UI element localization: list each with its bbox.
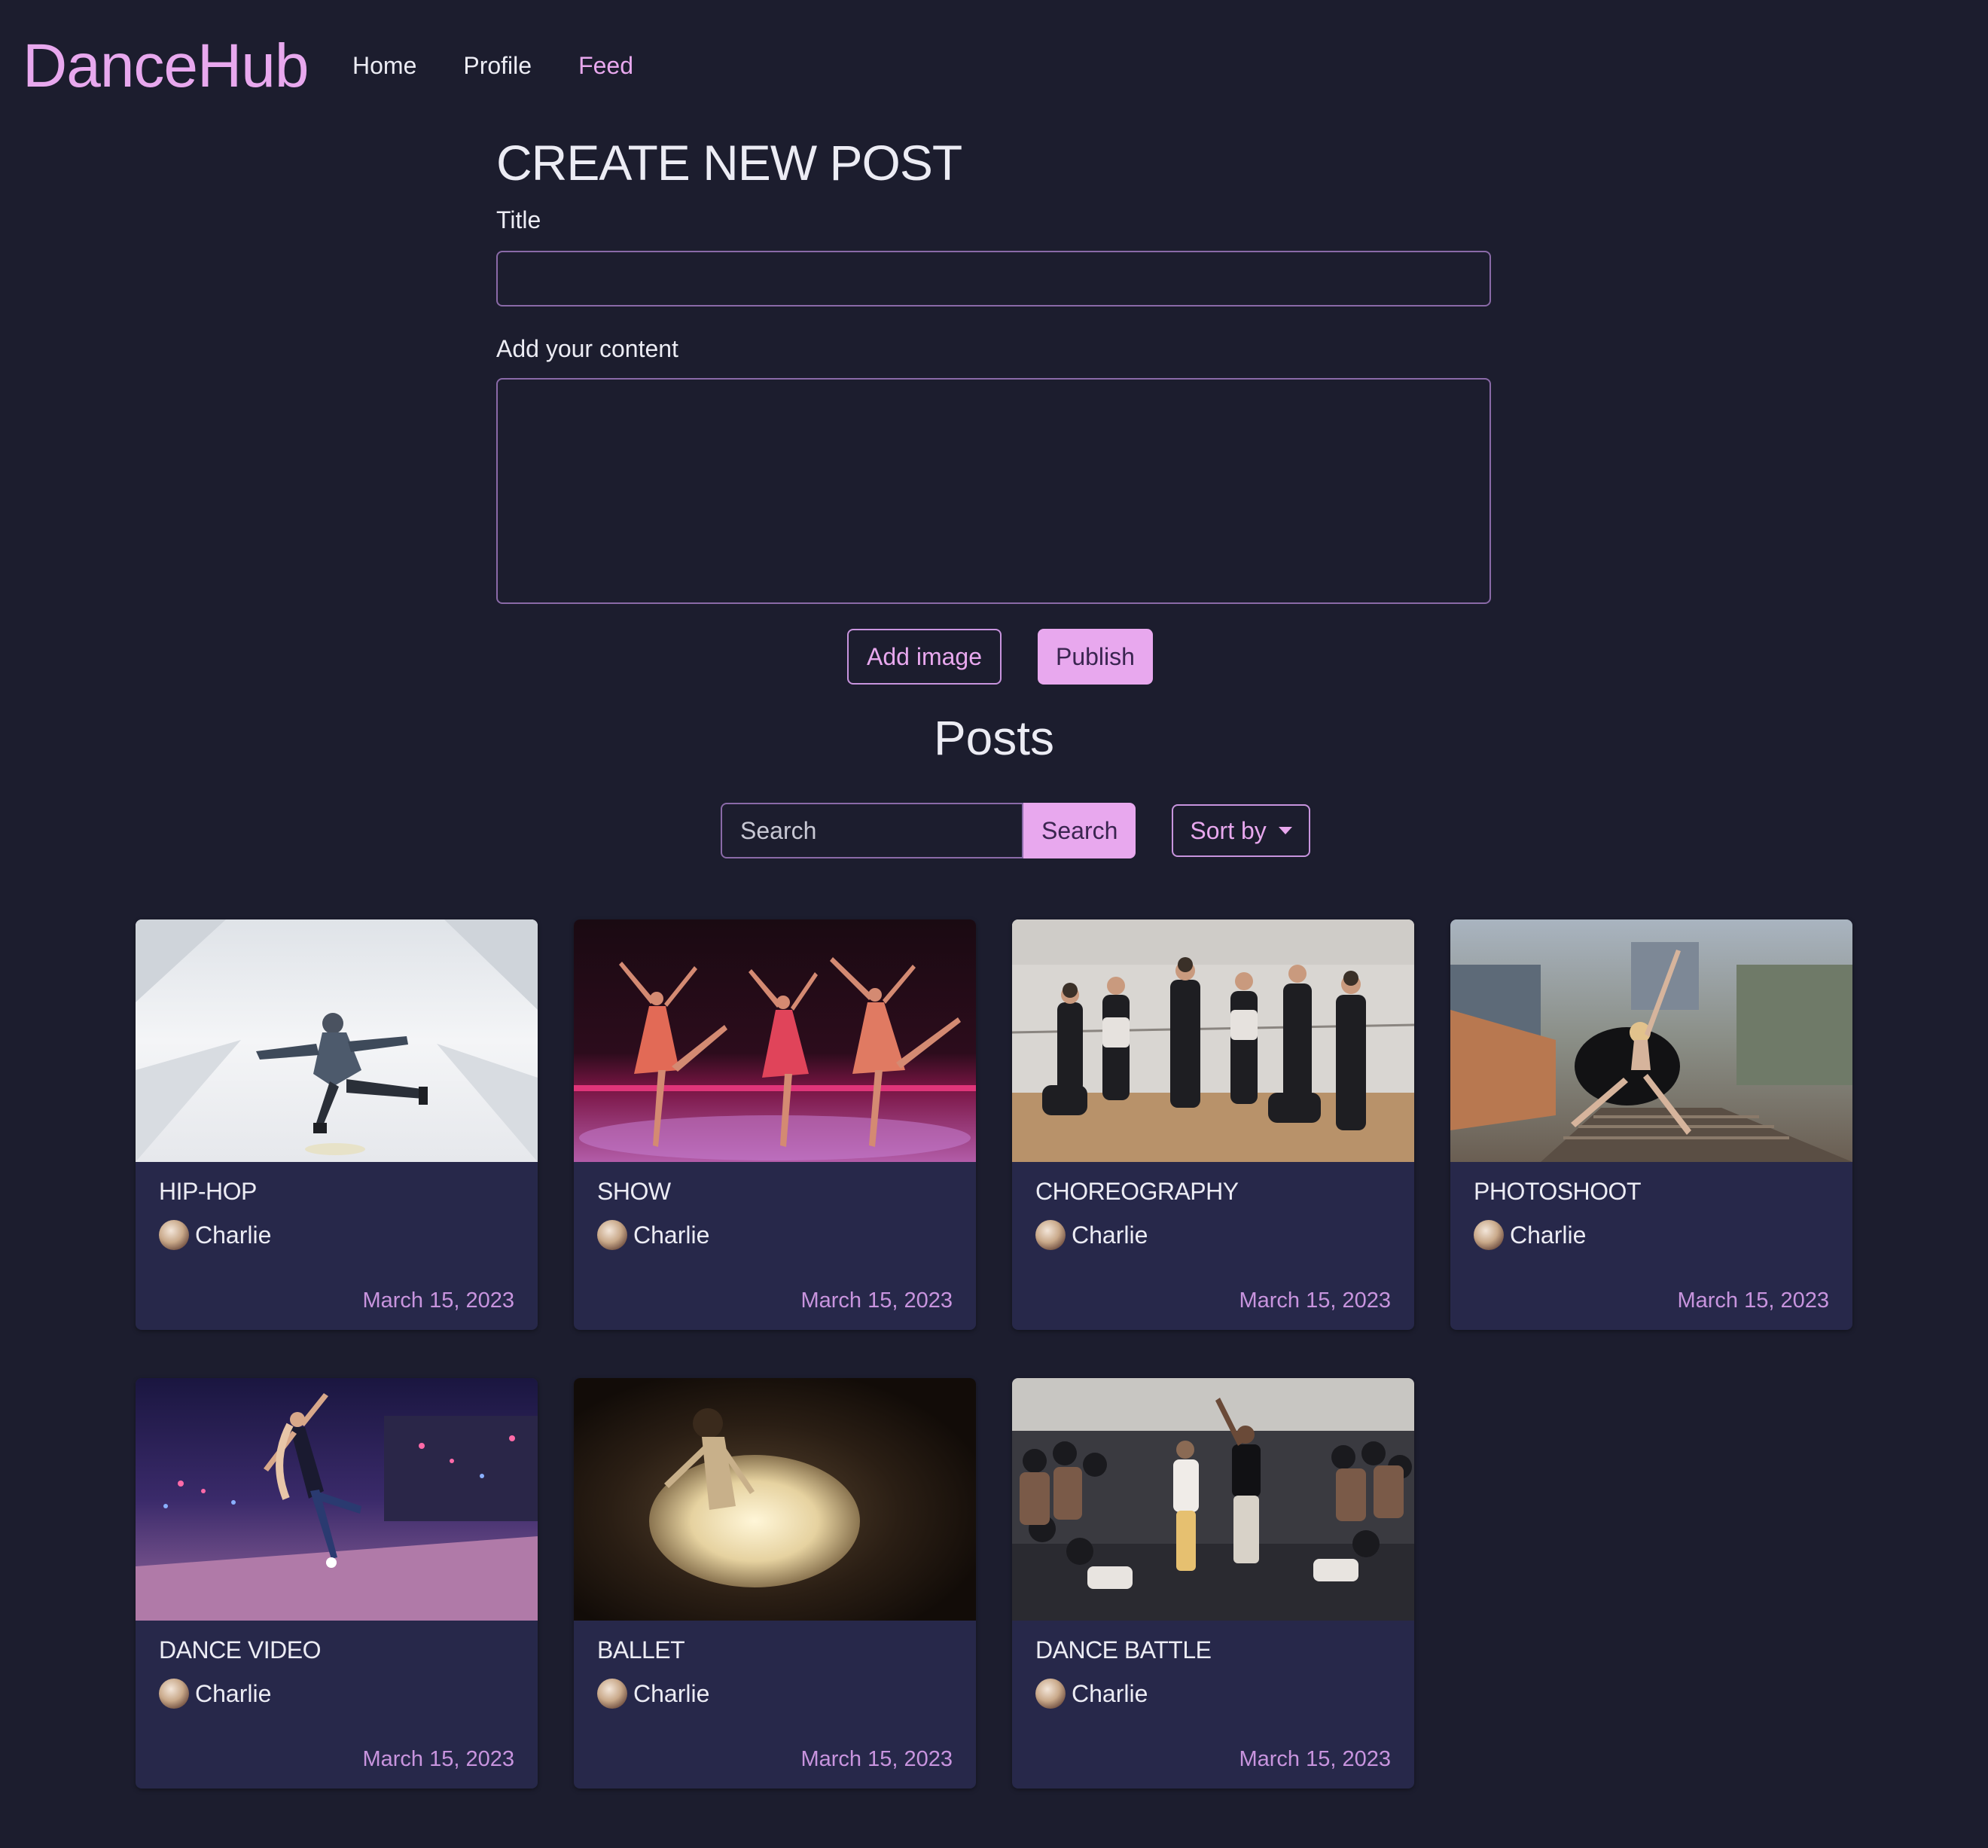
author-name: Charlie (195, 1221, 272, 1249)
post-date: March 15, 2023 (800, 1288, 953, 1313)
avatar (1035, 1220, 1066, 1250)
post-date: March 15, 2023 (1239, 1288, 1391, 1313)
author-name: Charlie (195, 1680, 272, 1707)
post-date: March 15, 2023 (362, 1747, 514, 1771)
author-name: Charlie (633, 1680, 710, 1707)
title-label: Title (496, 206, 541, 233)
author-name: Charlie (1072, 1221, 1148, 1249)
publish-button[interactable]: Publish (1037, 629, 1153, 685)
post-image-photoshoot (1450, 919, 1852, 1162)
post-card[interactable]: CHOREOGRAPHY Charlie March 15, 2023 (1012, 919, 1414, 1330)
post-image-hip-hop (136, 919, 538, 1162)
avatar (597, 1679, 627, 1709)
post-card[interactable]: SHOW Charlie March 15, 2023 (574, 919, 976, 1330)
sort-by-label: Sort by (1190, 816, 1267, 844)
post-date: March 15, 2023 (800, 1747, 953, 1771)
post-title: PHOTOSHOOT (1474, 1178, 1641, 1205)
caret-down-icon (1278, 827, 1292, 834)
post-image-dance-video (136, 1378, 538, 1621)
post-card[interactable]: PHOTOSHOOT Charlie March 15, 2023 (1450, 919, 1852, 1330)
avatar (159, 1220, 189, 1250)
post-author: Charlie (1035, 1218, 1148, 1252)
add-image-button[interactable]: Add image (847, 629, 1002, 685)
post-author: Charlie (159, 1218, 271, 1252)
post-author: Charlie (1474, 1218, 1586, 1252)
sort-by-dropdown[interactable]: Sort by (1172, 804, 1310, 857)
form-actions: Add image Publish (847, 629, 1153, 685)
content-label: Add your content (496, 335, 678, 362)
avatar (1035, 1679, 1066, 1709)
post-author: Charlie (597, 1676, 709, 1711)
post-date: March 15, 2023 (362, 1288, 514, 1313)
navbar: DanceHub Home Profile Feed (0, 0, 1988, 132)
post-title: SHOW (597, 1178, 671, 1205)
post-title: DANCE BATTLE (1035, 1636, 1212, 1664)
nav-link-feed[interactable]: Feed (578, 48, 633, 83)
brand-logo[interactable]: DanceHub (23, 29, 309, 104)
post-date: March 15, 2023 (1239, 1747, 1391, 1771)
post-card[interactable]: DANCE VIDEO Charlie March 15, 2023 (136, 1378, 538, 1789)
avatar (159, 1679, 189, 1709)
post-card[interactable]: HIP-HOP Charlie March 15, 2023 (136, 919, 538, 1330)
author-name: Charlie (633, 1221, 710, 1249)
nav-links: Home Profile Feed (352, 48, 680, 83)
post-image-dance-battle (1012, 1378, 1414, 1621)
post-title: CHOREOGRAPHY (1035, 1178, 1239, 1205)
content-textarea[interactable] (496, 378, 1491, 604)
post-date: March 15, 2023 (1677, 1288, 1829, 1313)
posts-heading: Posts (933, 711, 1055, 765)
title-input[interactable] (496, 251, 1491, 306)
create-post-form: CREATE NEW POST Title Add your content A… (496, 133, 1491, 685)
search-bar: Search Sort by (721, 803, 1310, 858)
nav-link-home[interactable]: Home (352, 48, 416, 83)
post-title: HIP-HOP (159, 1178, 257, 1205)
post-image-ballet (574, 1378, 976, 1621)
post-image-show (574, 919, 976, 1162)
create-post-heading: CREATE NEW POST (496, 135, 962, 191)
post-author: Charlie (1035, 1676, 1148, 1711)
post-image-choreography (1012, 919, 1414, 1162)
post-author: Charlie (159, 1676, 271, 1711)
avatar (597, 1220, 627, 1250)
author-name: Charlie (1072, 1680, 1148, 1707)
post-author: Charlie (597, 1218, 709, 1252)
post-title: BALLET (597, 1636, 685, 1664)
author-name: Charlie (1510, 1221, 1587, 1249)
avatar (1474, 1220, 1504, 1250)
post-card[interactable]: DANCE BATTLE Charlie March 15, 2023 (1012, 1378, 1414, 1789)
nav-link-profile[interactable]: Profile (463, 48, 532, 83)
post-title: DANCE VIDEO (159, 1636, 321, 1664)
search-button[interactable]: Search (1023, 803, 1136, 858)
post-card[interactable]: BALLET Charlie March 15, 2023 (574, 1378, 976, 1789)
search-input[interactable] (721, 803, 1023, 858)
